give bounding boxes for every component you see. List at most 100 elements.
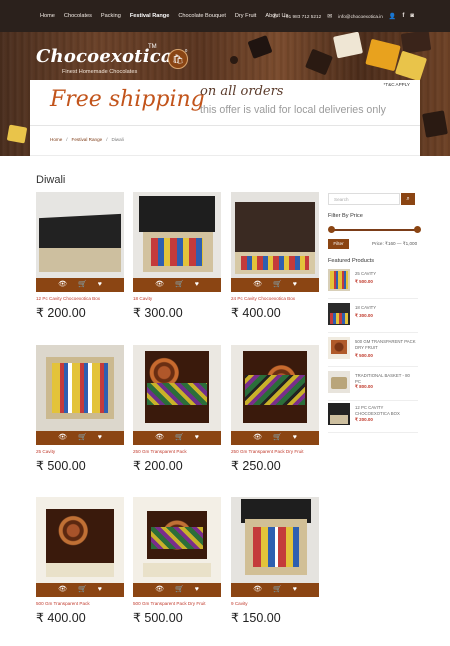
featured-price: ₹ 800.00: [355, 384, 373, 389]
heart-icon[interactable]: ♥: [98, 583, 102, 597]
product-actions: 👁 🛒 ♥: [133, 583, 221, 597]
product-actions: 👁 🛒 ♥: [133, 431, 221, 445]
price-slider-max-handle[interactable]: [414, 226, 421, 233]
featured-image[interactable]: [328, 303, 350, 325]
breadcrumb-home[interactable]: Home: [50, 137, 62, 142]
product-image[interactable]: [36, 192, 124, 278]
featured-product[interactable]: 25 CAVITY ₹ 500.00: [328, 269, 418, 299]
view-icon[interactable]: 👁: [253, 583, 262, 597]
product-image[interactable]: [231, 497, 319, 583]
featured-title: Featured Products: [328, 258, 375, 264]
price-slider-min-handle[interactable]: [328, 226, 335, 233]
cart-icon[interactable]: 🛒: [273, 431, 282, 445]
banner-subheadline: on all orders: [200, 84, 284, 99]
heart-icon[interactable]: ♥: [98, 278, 102, 292]
email-address[interactable]: info@chocoexotica.in: [338, 14, 383, 19]
heart-icon[interactable]: ♥: [195, 583, 199, 597]
cart-icon[interactable]: 🛒: [175, 431, 184, 445]
product-name[interactable]: 500 Gm Transparent Pack: [36, 601, 90, 606]
view-icon[interactable]: 👁: [58, 583, 67, 597]
nav-link-chocolates[interactable]: Chocolates: [64, 13, 92, 19]
product-image[interactable]: [36, 497, 124, 583]
cart-icon[interactable]: 🛒: [78, 431, 87, 445]
cart-icon[interactable]: 🛒: [78, 583, 87, 597]
product-image[interactable]: [231, 192, 319, 278]
filter-button[interactable]: Filter: [328, 239, 349, 249]
cart-icon[interactable]: 🛒: [273, 278, 282, 292]
featured-name[interactable]: 25 CAVITY: [355, 271, 417, 277]
cart-icon[interactable]: 🛒: [175, 583, 184, 597]
search-input[interactable]: Search: [328, 193, 400, 205]
user-icon[interactable]: 👤: [389, 13, 396, 20]
heart-icon[interactable]: ♥: [195, 431, 199, 445]
instagram-icon[interactable]: ◙: [410, 13, 414, 19]
product-name[interactable]: 250 Gm Transparent Pack Dry Fruit: [231, 449, 304, 454]
banner-headline: Free shipping: [50, 87, 205, 112]
view-icon[interactable]: 👁: [58, 278, 67, 292]
breadcrumb-festival-range[interactable]: Festival Range: [72, 137, 103, 142]
featured-product[interactable]: 500 GM TRANSPARENT PACK DRY FRUIT ₹ 500.…: [328, 337, 418, 367]
search-placeholder: Search: [334, 197, 349, 202]
heart-icon[interactable]: ♥: [195, 278, 199, 292]
featured-product[interactable]: TRADITIONAL BASKET - 80 PC ₹ 800.00: [328, 371, 418, 401]
heart-icon[interactable]: ♥: [293, 583, 297, 597]
featured-price: ₹ 500.00: [355, 353, 373, 358]
product-actions: 👁 🛒 ♥: [133, 278, 221, 292]
featured-image[interactable]: [328, 403, 350, 425]
view-icon[interactable]: 👁: [155, 431, 164, 445]
nav-links: Home Chocolates Packing Festival Range C…: [40, 0, 288, 32]
shopping-bag-icon: 🛍: [172, 54, 184, 64]
product-name[interactable]: 250 Gm Transparent Pack: [133, 449, 187, 454]
product-name[interactable]: 12 Pc Cavity Chocoexotica Box: [36, 296, 100, 301]
product-name[interactable]: 18 Cavity: [133, 296, 152, 301]
product-image[interactable]: [133, 497, 221, 583]
featured-image[interactable]: [328, 337, 350, 359]
nav-link-dry-fruit[interactable]: Dry Fruit: [235, 13, 256, 19]
product-price: ₹ 500.00: [36, 459, 86, 473]
banner-note: this offer is valid for local deliveries…: [200, 104, 386, 116]
breadcrumb-separator: /: [106, 137, 108, 142]
heart-icon[interactable]: ♥: [293, 431, 297, 445]
heart-icon[interactable]: ♥: [98, 431, 102, 445]
logo-tagline: Finest Homemade Chocolates: [62, 69, 138, 75]
view-icon[interactable]: 👁: [253, 278, 262, 292]
product-price: ₹ 250.00: [231, 459, 281, 473]
nav-link-home[interactable]: Home: [40, 13, 55, 19]
product-image[interactable]: [133, 192, 221, 278]
product-name[interactable]: 500 Gm Transparent Pack Dry Fruit: [133, 601, 206, 606]
product-price: ₹ 150.00: [231, 611, 281, 625]
product-name[interactable]: 9 Cavity: [231, 601, 248, 606]
view-icon[interactable]: 👁: [155, 278, 164, 292]
product-name[interactable]: 24 Pc Cavity Chocoexotica Box: [231, 296, 295, 301]
cart-icon[interactable]: 🛒: [175, 278, 184, 292]
featured-product[interactable]: 12 PC CAVITY CHOCOEXOTICA BOX ₹ 200.00: [328, 403, 418, 433]
email-icon: ✉: [327, 13, 333, 20]
terms-note: *T&C APPLY: [383, 82, 410, 87]
product-price: ₹ 300.00: [133, 306, 183, 320]
price-slider-track[interactable]: [332, 229, 418, 231]
search-button[interactable]: ⌕: [401, 193, 415, 205]
facebook-icon[interactable]: f: [402, 13, 404, 19]
featured-image[interactable]: [328, 269, 350, 291]
view-icon[interactable]: 👁: [58, 431, 67, 445]
phone-number[interactable]: +91 983 712 5212: [283, 14, 321, 19]
view-icon[interactable]: 👁: [155, 583, 164, 597]
featured-image[interactable]: [328, 371, 350, 393]
featured-name[interactable]: 500 GM TRANSPARENT PACK DRY FRUIT: [355, 339, 417, 351]
featured-product[interactable]: 18 CAVITY ₹ 300.00: [328, 303, 418, 333]
nav-link-packing[interactable]: Packing: [101, 13, 121, 19]
product-name[interactable]: 25 Cavity: [36, 449, 55, 454]
cart-icon[interactable]: 🛒: [273, 583, 282, 597]
product-actions: 👁 🛒 ♥: [36, 583, 124, 597]
nav-link-chocolate-bouquet[interactable]: Chocolate Bouquet: [178, 13, 226, 19]
cart-icon[interactable]: 🛒: [78, 278, 87, 292]
view-icon[interactable]: 👁: [253, 431, 262, 445]
featured-name[interactable]: 18 CAVITY: [355, 305, 417, 311]
product-image[interactable]: [36, 345, 124, 431]
featured-name[interactable]: 12 PC CAVITY CHOCOEXOTICA BOX: [355, 405, 417, 417]
product-image[interactable]: [133, 345, 221, 431]
heart-icon[interactable]: ♥: [293, 278, 297, 292]
featured-price: ₹ 300.00: [355, 313, 373, 318]
nav-link-festival-range[interactable]: Festival Range: [130, 13, 169, 19]
product-image[interactable]: [231, 345, 319, 431]
